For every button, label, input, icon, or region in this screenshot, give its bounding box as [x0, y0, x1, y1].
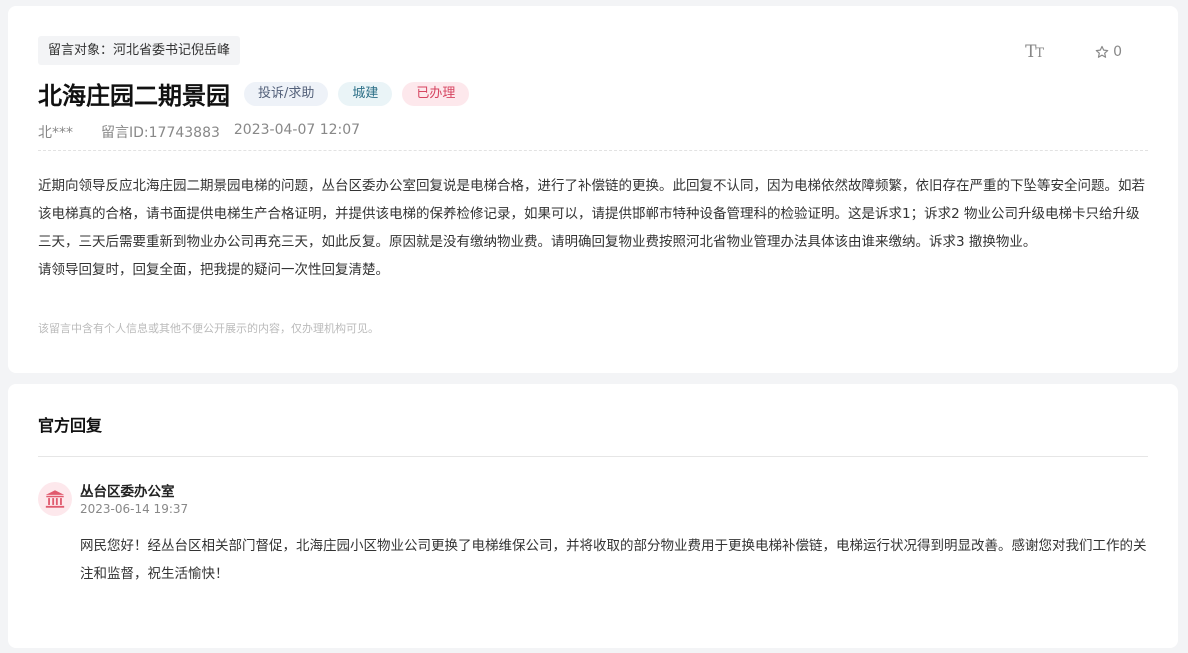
text-size-icon[interactable]: TT: [1025, 42, 1044, 62]
government-building-icon: [38, 482, 72, 516]
reply-body: 网民您好！经丛台区相关部门督促，北海庄园小区物业公司更换了电梯维保公司，并将收取…: [80, 538, 1147, 582]
message-target-label: 留言对象：河北省委书记倪岳峰: [38, 36, 241, 65]
message-id: 留言ID:17743883: [101, 125, 220, 141]
message-paragraph: 请领导回复时，回复全面，把我提的疑问一次性回复清楚。: [38, 262, 389, 278]
toolbar: TT 0: [1025, 42, 1122, 62]
reply-date: 2023-06-14 19:37: [80, 502, 189, 516]
status-badge: 已办理: [402, 81, 470, 106]
author-name: 北***: [38, 125, 73, 141]
reply-heading: 官方回复: [38, 416, 103, 435]
message-datetime: 2023-04-07 12:07: [233, 122, 361, 138]
message-card: 留言对象：河北省委书记倪岳峰 TT 0 北海庄园二期景园 投诉/求助 城建 已办…: [8, 6, 1178, 373]
message-meta: 北*** 留言ID:17743883 2023-04-07 12:07: [38, 122, 374, 142]
message-title: 北海庄园二期景园: [38, 82, 230, 110]
divider: [38, 456, 1148, 457]
divider: [38, 150, 1148, 151]
type-tag[interactable]: 投诉/求助: [244, 81, 329, 106]
category-tag[interactable]: 城建: [338, 81, 393, 106]
favorite-count: 0: [1113, 44, 1122, 60]
reply-org-name: 丛台区委办公室: [80, 484, 175, 500]
star-outline-icon: [1095, 45, 1109, 58]
privacy-note: 该留言中含有个人信息或其他不便公开展示的内容，仅办理机构可见。: [38, 322, 379, 335]
favorite-button[interactable]: 0: [1095, 44, 1122, 60]
message-paragraph: 近期向领导反应北海庄园二期景园电梯的问题，丛台区委办公室回复说是电梯合格，进行了…: [38, 178, 1145, 250]
title-row: 北海庄园二期景园 投诉/求助 城建 已办理: [38, 76, 479, 111]
official-reply-card: 官方回复 丛台区委办公室 2023-06-14 19:37 网民您好！经丛台区相…: [8, 384, 1178, 648]
message-content: 近期向领导反应北海庄园二期景园电梯的问题，丛台区委办公室回复说是电梯合格，进行了…: [38, 172, 1150, 284]
